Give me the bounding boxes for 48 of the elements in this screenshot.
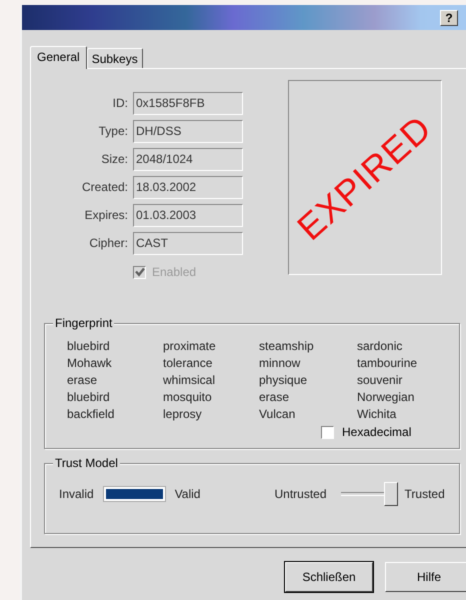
tab[interactable]: Subkeys: [86, 48, 143, 68]
fingerprint-word: tolerance: [163, 355, 214, 372]
read-only-field[interactable]: 18.03.2002: [133, 176, 243, 199]
trust-low-label: Untrusted: [274, 487, 327, 501]
fingerprint-word: tambourine: [357, 355, 418, 372]
read-only-field[interactable]: 01.03.2003: [133, 204, 243, 227]
group-title: Fingerprint: [53, 316, 114, 330]
field-label: Expires:: [84, 207, 128, 224]
fingerprint-word: sardonic: [357, 338, 404, 355]
help-button[interactable]: ?: [440, 10, 458, 26]
fingerprint-word: Mohawk: [67, 355, 113, 372]
slider-thumb[interactable]: [384, 482, 398, 506]
fingerprint-word: mosquito: [163, 389, 213, 406]
fingerprint-word: erase: [259, 389, 290, 406]
trust-high-label: Trusted: [404, 487, 445, 501]
read-only-field[interactable]: CAST: [133, 232, 243, 255]
field-label: Size:: [100, 151, 128, 168]
field-label: ID:: [112, 95, 128, 112]
fingerprint-word: whimsical: [163, 372, 216, 389]
checkbox-label: Hexadecimal: [342, 425, 412, 439]
fingerprint-word: Vulcan: [259, 406, 296, 423]
validity-low-label: Invalid: [59, 487, 94, 501]
field-label: Type:: [98, 123, 128, 140]
field-label: Cipher:: [88, 235, 128, 252]
dialog-button[interactable]: Schließen: [285, 562, 373, 592]
read-only-field[interactable]: 0x1585F8FB: [133, 92, 243, 115]
fingerprint-word: souvenir: [357, 372, 404, 389]
read-only-field[interactable]: DH/DSS: [133, 120, 243, 143]
fingerprint-word: steamship: [259, 338, 315, 355]
field-label: Created:: [80, 179, 128, 196]
fingerprint-word: Wichita: [357, 406, 398, 423]
tab[interactable]: General: [30, 46, 87, 69]
read-only-field[interactable]: 2048/1024: [133, 148, 243, 171]
dialog-button[interactable]: Hilfe: [385, 562, 466, 592]
fingerprint-word: physique: [259, 372, 308, 389]
trust-slider[interactable]: [340, 482, 397, 506]
fingerprint-word: backfield: [67, 406, 116, 423]
fingerprint-word: erase: [67, 372, 98, 389]
hexadecimal-checkbox[interactable]: [321, 426, 334, 438]
fingerprint-word: bluebird: [67, 389, 111, 406]
fingerprint-word: Norwegian: [357, 389, 416, 406]
fingerprint-word: proximate: [163, 338, 217, 355]
group-title: Trust Model: [53, 456, 120, 470]
validity-high-label: Valid: [174, 487, 200, 501]
fingerprint-word: bluebird: [67, 338, 111, 355]
fingerprint-word: minnow: [259, 355, 302, 372]
checkbox-label: Enabled: [152, 265, 196, 279]
fingerprint-word: leprosy: [163, 406, 203, 423]
